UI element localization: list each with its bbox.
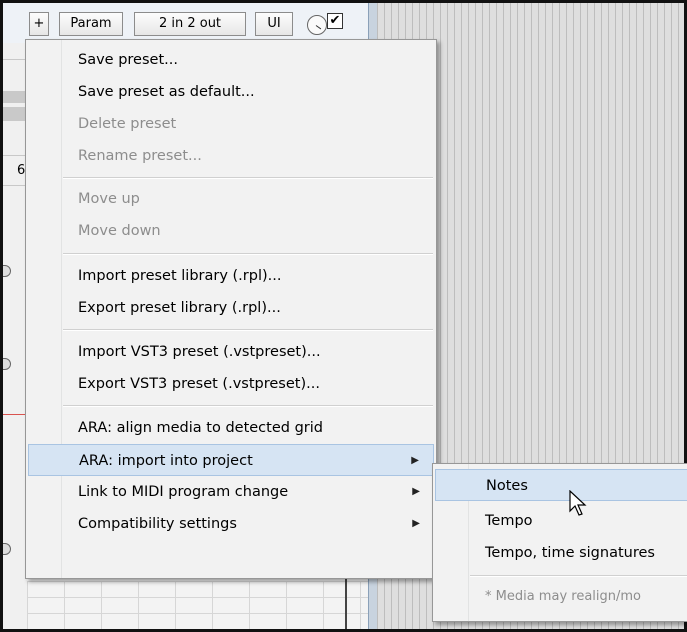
menu-separator — [63, 253, 433, 255]
menu-item-link-midi-program-change[interactable]: Link to MIDI program change ▶ — [28, 476, 434, 508]
menu-item-label: Rename preset... — [78, 148, 202, 164]
menu-item-label: Import preset library (.rpl)... — [78, 268, 282, 284]
ara-import-submenu: Notes Tempo Tempo, time signatures * Med… — [432, 463, 687, 622]
menu-item-compatibility-settings[interactable]: Compatibility settings ▶ — [28, 508, 434, 540]
menu-item-export-preset-library[interactable]: Export preset library (.rpl)... — [28, 292, 434, 324]
strip-knob[interactable] — [3, 265, 11, 277]
menu-item-label: Compatibility settings — [78, 516, 237, 532]
left-parameter-strip: 6 — [3, 3, 27, 629]
submenu-note-media-realign: * Media may realign/mo — [435, 581, 687, 613]
menu-item-label: ARA: align media to detected grid — [78, 420, 323, 436]
menu-separator — [63, 405, 433, 407]
menu-item-rename-preset: Rename preset... — [28, 140, 434, 172]
strip-divider — [3, 155, 27, 156]
submenu-item-label: Tempo, time signatures — [485, 545, 655, 561]
menu-item-move-down: Move down — [28, 215, 434, 247]
menu-item-import-vst3-preset[interactable]: Import VST3 preset (.vstpreset)... — [28, 336, 434, 368]
submenu-item-label: * Media may realign/mo — [485, 589, 641, 604]
strip-knob[interactable] — [3, 358, 11, 370]
menu-item-label: Delete preset — [78, 116, 177, 132]
submenu-arrow-icon: ▶ — [412, 486, 420, 497]
strip-band — [3, 91, 27, 103]
submenu-item-label: Notes — [486, 478, 528, 494]
strip-knob[interactable] — [3, 543, 11, 555]
mouse-cursor-icon — [569, 490, 587, 516]
submenu-item-label: Tempo — [485, 513, 533, 529]
menu-item-save-preset[interactable]: Save preset... — [28, 44, 434, 76]
add-button[interactable]: + — [29, 12, 49, 36]
menu-item-label: Import VST3 preset (.vstpreset)... — [78, 344, 321, 360]
ui-button[interactable]: UI — [255, 12, 293, 36]
preset-context-menu: Save preset... Save preset as default...… — [25, 39, 437, 579]
menu-item-label: Save preset... — [78, 52, 178, 68]
strip-divider — [3, 185, 27, 186]
menu-item-export-vst3-preset[interactable]: Export VST3 preset (.vstpreset)... — [28, 368, 434, 400]
menu-separator — [63, 177, 433, 179]
io-routing-button[interactable]: 2 in 2 out — [134, 12, 246, 36]
menu-item-label: ARA: import into project — [79, 453, 253, 469]
menu-item-import-preset-library[interactable]: Import preset library (.rpl)... — [28, 260, 434, 292]
fx-toolbar: + Param 2 in 2 out UI ✔ — [3, 3, 368, 43]
menu-item-label: Link to MIDI program change — [78, 484, 289, 500]
menu-separator — [470, 575, 687, 577]
menu-separator — [63, 329, 433, 331]
param-button[interactable]: Param — [59, 12, 123, 36]
menu-item-ara-import-into-project[interactable]: ARA: import into project ▶ — [28, 444, 434, 476]
submenu-arrow-icon: ▶ — [411, 455, 419, 466]
strip-marker-line — [3, 414, 27, 415]
submenu-item-notes[interactable]: Notes — [435, 469, 687, 501]
menu-item-label: Export VST3 preset (.vstpreset)... — [78, 376, 320, 392]
strip-divider — [3, 59, 27, 60]
menu-item-save-preset-default[interactable]: Save preset as default... — [28, 76, 434, 108]
menu-item-label: Move down — [78, 223, 161, 239]
menu-item-move-up: Move up — [28, 183, 434, 215]
enable-checkbox[interactable]: ✔ — [327, 13, 343, 29]
menu-item-label: Move up — [78, 191, 140, 207]
menu-item-delete-preset: Delete preset — [28, 108, 434, 140]
menu-item-label: Export preset library (.rpl)... — [78, 300, 281, 316]
submenu-arrow-icon: ▶ — [412, 518, 420, 529]
submenu-item-tempo-time-signatures[interactable]: Tempo, time signatures — [435, 537, 687, 569]
strip-band — [3, 107, 27, 121]
bottom-grid-area — [27, 581, 368, 629]
menu-item-label: Save preset as default... — [78, 84, 255, 100]
submenu-item-tempo[interactable]: Tempo — [435, 505, 687, 537]
menu-item-ara-align-media[interactable]: ARA: align media to detected grid — [28, 412, 434, 444]
wet-dry-knob[interactable] — [307, 15, 327, 35]
